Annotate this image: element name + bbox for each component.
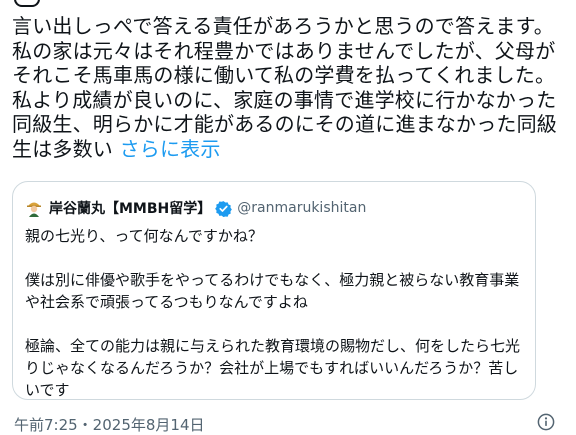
quoted-author-handle[interactable]: @ranmarukishitan [237,200,366,216]
quoted-paragraph: 親の七光り、って何なんですかね？ [25,227,263,245]
verified-badge-icon [215,200,233,217]
cropped-avatar-edge [14,0,40,7]
quoted-tweet-body: 親の七光り、って何なんですかね？ 僕は別に俳優や歌手をやってるわけでもなく、極力… [25,225,527,401]
quoted-paragraph: 極論、全ての能力は親に与えられた教育環境の賜物だし、何をしたら七光りじゃなくなる… [25,337,521,399]
quoted-tweet-card[interactable]: 岸谷蘭丸【MMBH留学】 @ranmarukishitan 親の七光り、って何な… [12,181,536,400]
tweet-text: 言い出しっぺで答える責任があろうかと思うので答えます。私の家は元々はそれ程豊かで… [12,14,568,161]
quoted-paragraph: 僕は別に俳優や歌手をやってるわけでもなく、極力親と被らない教育事業や社会系で頑張… [25,271,520,311]
tweet-body: 言い出しっぺで答える責任があろうかと思うので答えます。私の家は元々はそれ程豊かで… [12,14,557,161]
info-circle-icon[interactable] [537,413,555,431]
tweet-timestamp[interactable]: 午前7:25・2025年8月14日 [14,414,205,435]
person-with-hat-avatar-icon[interactable] [25,199,43,217]
quoted-author-name[interactable]: 岸谷蘭丸【MMBH留学】 [49,198,211,218]
quoted-tweet-header: 岸谷蘭丸【MMBH留学】 @ranmarukishitan [25,198,523,218]
show-more-link[interactable]: さらに表示 [120,137,221,161]
